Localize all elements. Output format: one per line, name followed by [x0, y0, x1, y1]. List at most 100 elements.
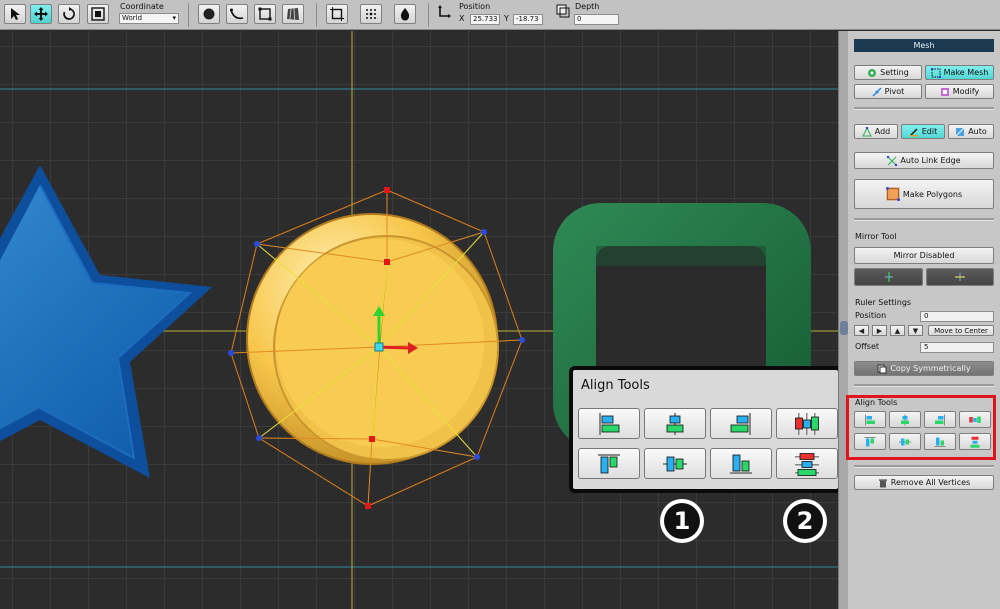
frame-tool-button[interactable] [254, 4, 276, 24]
move-icon [34, 7, 48, 21]
scale-tool-button[interactable] [87, 4, 109, 24]
arrow-left-icon: ◀ [858, 326, 865, 335]
mirror-horizontal-button[interactable] [926, 268, 994, 286]
panel-divider [854, 107, 994, 110]
drop-icon [400, 8, 410, 21]
x-label: X [459, 14, 465, 23]
modify-label: Modify [952, 87, 980, 96]
ruler-position-input[interactable]: 0 [920, 311, 994, 322]
select-tool-button[interactable] [4, 4, 26, 24]
arrow-up-icon: ▲ [894, 326, 901, 335]
arrow-down-icon: ▼ [912, 326, 919, 335]
curve-tool-button[interactable] [226, 4, 248, 24]
bounds-tool-button[interactable] [326, 4, 348, 24]
star-mesh[interactable] [0, 165, 212, 478]
marker-1: 1 [654, 498, 710, 544]
position-x-input[interactable]: 25.733 [470, 14, 500, 25]
position-label: Position [459, 2, 491, 11]
move-tool-button[interactable] [30, 4, 52, 24]
frame-icon [258, 7, 272, 21]
align-bottom-button[interactable] [710, 448, 772, 479]
splitter-handle[interactable] [840, 321, 848, 335]
scale-icon [91, 7, 105, 21]
coordinate-value: World [122, 14, 143, 22]
setting-button[interactable]: Setting [854, 65, 922, 80]
coin-mesh[interactable] [246, 213, 499, 465]
depth-input[interactable]: 0 [574, 14, 619, 25]
ruler-right-button[interactable]: ▶ [872, 325, 887, 336]
rotate-tool-button[interactable] [58, 4, 80, 24]
align-right-button[interactable] [710, 408, 772, 439]
mesh-icon [930, 67, 941, 78]
arrow-right-icon: ▶ [876, 326, 883, 335]
ruler-settings-label: Ruler Settings [855, 298, 912, 307]
pivot-label: Pivot [884, 87, 905, 96]
move-to-center-button[interactable]: Move to Center [928, 325, 994, 336]
make-mesh-button[interactable]: Make Mesh [925, 65, 994, 80]
distribute-horizontal-button[interactable] [776, 408, 838, 439]
marker-2-label: 2 [787, 503, 823, 539]
align-top-button[interactable] [578, 448, 640, 479]
ruler-up-button[interactable]: ▲ [890, 325, 905, 336]
align-tools-highlight [846, 395, 996, 460]
onion-skin-button[interactable] [394, 4, 416, 24]
mirror-vertical-button[interactable] [854, 268, 923, 286]
auto-button[interactable]: Auto [948, 124, 994, 139]
grid-snap-button[interactable] [360, 4, 382, 24]
ruler-left-button[interactable]: ◀ [854, 325, 869, 336]
align-right-icon [730, 412, 751, 435]
align-left-icon [599, 412, 620, 435]
scene-viewport[interactable]: Align Tools 1 2 [0, 31, 838, 609]
deform-tool-button[interactable] [282, 4, 304, 24]
callout-title: Align Tools [581, 378, 650, 393]
scene-canvas [0, 31, 838, 609]
align-center-vertical-button[interactable] [644, 448, 706, 479]
brush-circle-button[interactable] [198, 4, 220, 24]
offset-label: Offset [855, 342, 880, 351]
edit-label: Edit [921, 127, 938, 136]
auto-link-edge-button[interactable]: Auto Link Edge [854, 152, 994, 169]
align-bottom-icon [730, 454, 752, 474]
coordinate-dropdown[interactable]: World ▾ [119, 13, 179, 24]
top-toolbar: Coordinate World ▾ Position X 25.733 Y -… [0, 0, 1000, 30]
align-left-button[interactable] [578, 408, 640, 439]
rotate-icon [63, 7, 75, 20]
circle-icon [203, 8, 215, 20]
modify-button[interactable]: Modify [925, 84, 994, 99]
pivot-button[interactable]: Pivot [854, 84, 922, 99]
y-label: Y [504, 14, 509, 23]
move-to-center-label: Move to Center [934, 326, 988, 335]
position-y-input[interactable]: -18.73 [513, 14, 543, 25]
axis-icon [437, 5, 451, 21]
distribute-vertical-button[interactable] [776, 448, 838, 479]
depth-icon [556, 4, 570, 20]
make-polygons-button[interactable]: Make Polygons [854, 179, 994, 209]
panel-divider [854, 384, 994, 387]
panel-splitter[interactable] [838, 31, 848, 609]
copy-icon [877, 364, 887, 373]
mirror-horizontal-icon [955, 273, 965, 281]
mirror-disabled-button[interactable]: Mirror Disabled [854, 247, 994, 264]
add-vertex-icon [861, 126, 872, 136]
link-edge-icon [887, 155, 898, 166]
trash-icon [878, 479, 887, 487]
marker-1-label: 1 [664, 503, 700, 539]
mesh-panel: Mesh Setting Make Mesh Pivot Modify Add … [848, 31, 1000, 609]
align-center-horizontal-icon [666, 412, 684, 435]
add-button[interactable]: Add [854, 124, 898, 139]
panel-divider [854, 465, 994, 468]
auto-label: Auto [968, 127, 987, 136]
offset-input[interactable]: 5 [920, 342, 994, 353]
gear-icon [868, 68, 877, 77]
align-center-horizontal-button[interactable] [644, 408, 706, 439]
toolbar-separator [428, 3, 429, 27]
mirror-tool-label: Mirror Tool [855, 232, 897, 241]
edit-button[interactable]: Edit [901, 124, 945, 139]
remove-all-vertices-button[interactable]: Remove All Vertices [854, 475, 994, 490]
copy-symmetrically-button[interactable]: Copy Symmetrically [854, 361, 994, 376]
remove-all-vertices-label: Remove All Vertices [890, 478, 971, 487]
ruler-down-button[interactable]: ▼ [908, 325, 923, 336]
align-tools-callout: Align Tools [569, 366, 838, 493]
depth-label: Depth [575, 2, 600, 11]
coordinate-label: Coordinate [120, 2, 164, 11]
